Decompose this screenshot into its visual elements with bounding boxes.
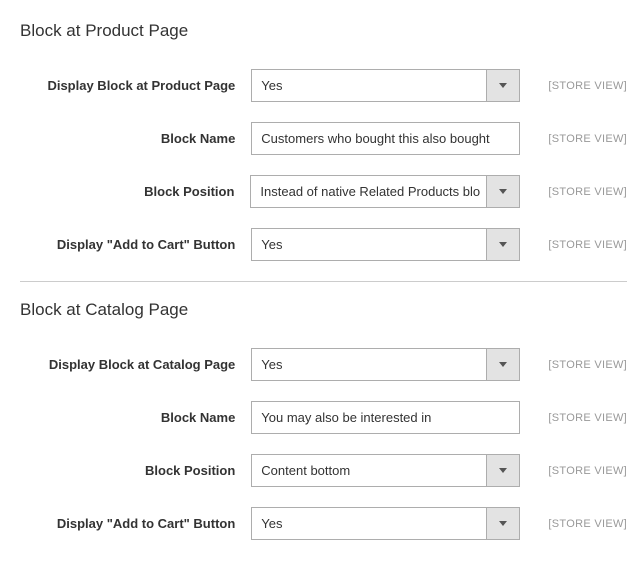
select-product-addcart[interactable]: Yes bbox=[251, 228, 520, 261]
select-value: Yes bbox=[252, 229, 486, 260]
scope-label: [STORE VIEW] bbox=[548, 359, 627, 371]
chevron-down-icon bbox=[486, 508, 519, 539]
chevron-down-icon bbox=[486, 349, 519, 380]
label-catalog-display: Display Block at Catalog Page bbox=[20, 357, 251, 372]
select-value: Yes bbox=[252, 70, 486, 101]
label-catalog-addcart: Display "Add to Cart" Button bbox=[20, 516, 251, 531]
label-product-addcart: Display "Add to Cart" Button bbox=[20, 237, 251, 252]
scope-label: [STORE VIEW] bbox=[548, 133, 627, 145]
label-catalog-position: Block Position bbox=[20, 463, 251, 478]
section-title-catalog: Block at Catalog Page bbox=[20, 300, 627, 320]
chevron-down-icon bbox=[486, 229, 519, 260]
select-value: Yes bbox=[252, 508, 486, 539]
section-divider bbox=[20, 281, 627, 282]
label-product-position: Block Position bbox=[20, 184, 250, 199]
scope-label: [STORE VIEW] bbox=[548, 412, 627, 424]
select-value: Yes bbox=[252, 349, 486, 380]
select-catalog-display[interactable]: Yes bbox=[251, 348, 520, 381]
label-product-display: Display Block at Product Page bbox=[20, 78, 251, 93]
input-catalog-name[interactable] bbox=[251, 401, 520, 434]
section-title-product: Block at Product Page bbox=[20, 21, 627, 41]
label-product-name: Block Name bbox=[20, 131, 251, 146]
chevron-down-icon bbox=[486, 455, 519, 486]
scope-label: [STORE VIEW] bbox=[548, 239, 627, 251]
chevron-down-icon bbox=[486, 70, 519, 101]
scope-label: [STORE VIEW] bbox=[548, 465, 627, 477]
select-catalog-addcart[interactable]: Yes bbox=[251, 507, 520, 540]
select-value: Content bottom bbox=[252, 455, 486, 486]
select-value: Instead of native Related Products blo bbox=[251, 176, 486, 207]
chevron-down-icon bbox=[486, 176, 519, 207]
select-product-display[interactable]: Yes bbox=[251, 69, 520, 102]
scope-label: [STORE VIEW] bbox=[548, 186, 627, 198]
select-catalog-position[interactable]: Content bottom bbox=[251, 454, 520, 487]
select-product-position[interactable]: Instead of native Related Products blo bbox=[250, 175, 520, 208]
input-product-name[interactable] bbox=[251, 122, 520, 155]
label-catalog-name: Block Name bbox=[20, 410, 251, 425]
scope-label: [STORE VIEW] bbox=[548, 518, 627, 530]
scope-label: [STORE VIEW] bbox=[548, 80, 627, 92]
